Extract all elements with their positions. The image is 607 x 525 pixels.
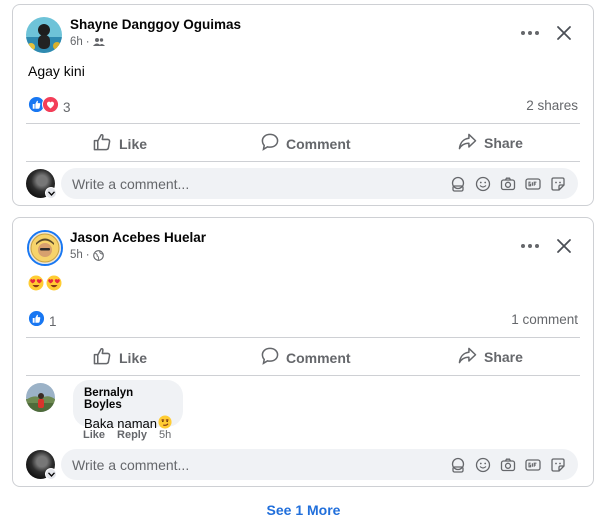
post-meta: 6h · [70, 36, 105, 48]
friends-icon[interactable] [92, 37, 105, 47]
share-arrow-icon [458, 347, 477, 367]
thumbs-up-icon [93, 133, 112, 154]
author-avatar[interactable] [27, 230, 63, 266]
shares-count[interactable]: 2 shares [526, 98, 578, 113]
reaction-count[interactable]: 1 [49, 314, 57, 329]
share-arrow-icon [458, 133, 477, 153]
comment-tools [450, 176, 578, 192]
heart-eyes-emoji [46, 275, 62, 296]
commenter-name[interactable]: Bernalyn Boyles [84, 387, 172, 411]
current-user-avatar[interactable] [26, 450, 58, 482]
commenter-avatar[interactable] [26, 383, 55, 412]
meta-separator: · [85, 249, 90, 261]
reactions-summary[interactable]: 1 [28, 310, 57, 332]
close-icon[interactable] [550, 19, 578, 47]
love-icon [42, 96, 59, 118]
see-more-link[interactable]: See 1 More [0, 502, 607, 518]
gif-icon[interactable] [525, 457, 541, 473]
reaction-count[interactable]: 3 [63, 100, 71, 115]
author-avatar[interactable] [26, 17, 62, 53]
thumbs-up-icon [93, 347, 112, 368]
comment-like-link[interactable]: Like [83, 429, 105, 441]
comment-placeholder[interactable]: Write a comment... [72, 457, 450, 473]
post-card: Jason Acebes Huelar 5h · 1 1 comment Lik… [12, 217, 594, 487]
comment-reply-link[interactable]: Reply [117, 429, 147, 441]
avatar-sticker-icon[interactable] [450, 176, 466, 192]
comment-time[interactable]: 5h [159, 429, 171, 441]
post-time[interactable]: 5h [70, 249, 83, 261]
like-label: Like [119, 135, 148, 152]
divider [26, 161, 580, 162]
chevron-down-icon[interactable] [45, 187, 57, 199]
emoji-icon[interactable] [475, 176, 491, 192]
share-button[interactable]: Share [458, 347, 523, 367]
comment-button[interactable]: Comment [261, 347, 351, 368]
comment-bubble-icon [261, 347, 279, 368]
reactions-summary[interactable]: 3 [28, 96, 71, 118]
more-options-icon[interactable] [516, 232, 544, 260]
meta-separator: · [85, 36, 90, 48]
chevron-down-icon[interactable] [45, 468, 57, 480]
close-icon[interactable] [550, 232, 578, 260]
post-emoji-text [28, 275, 62, 296]
current-user-avatar[interactable] [26, 169, 58, 201]
avatar-sticker-icon[interactable] [450, 457, 466, 473]
emoji-icon[interactable] [475, 457, 491, 473]
gif-icon[interactable] [525, 176, 541, 192]
comment-input[interactable]: Write a comment... [61, 449, 578, 480]
comment-button[interactable]: Comment [261, 133, 351, 154]
author-name[interactable]: Shayne Danggoy Oguimas [70, 17, 241, 32]
like-button[interactable]: Like [93, 347, 147, 368]
author-name[interactable]: Jason Acebes Huelar [70, 230, 206, 245]
comment-label: Comment [286, 349, 351, 366]
divider [26, 123, 580, 124]
like-button[interactable]: Like [93, 133, 147, 154]
divider [26, 337, 580, 338]
comment-placeholder[interactable]: Write a comment... [72, 176, 450, 192]
comment-label: Comment [286, 135, 351, 152]
share-label: Share [484, 349, 523, 365]
post-card: Shayne Danggoy Oguimas 6h · Agay kini 3 … [12, 4, 594, 206]
camera-icon[interactable] [500, 176, 516, 192]
comment-tools [450, 457, 578, 473]
share-button[interactable]: Share [458, 133, 523, 153]
globe-icon[interactable] [92, 249, 104, 261]
sticker-icon[interactable] [550, 457, 566, 473]
more-options-icon[interactable] [516, 19, 544, 47]
like-icon [28, 310, 45, 332]
comment-bubble[interactable]: Bernalyn Boyles Baka naman [73, 380, 183, 431]
post-meta: 5h · [70, 249, 104, 261]
post-text: Agay kini [28, 63, 85, 79]
share-label: Share [484, 135, 523, 151]
comment-actions: Like Reply 5h [83, 429, 171, 441]
like-label: Like [119, 349, 148, 366]
post-time[interactable]: 6h [70, 36, 83, 48]
camera-icon[interactable] [500, 457, 516, 473]
comment-input[interactable]: Write a comment... [61, 168, 578, 199]
sticker-icon[interactable] [550, 176, 566, 192]
comment-bubble-icon [261, 133, 279, 154]
divider [26, 375, 580, 376]
comments-count[interactable]: 1 comment [511, 312, 578, 327]
heart-eyes-emoji [28, 275, 44, 296]
